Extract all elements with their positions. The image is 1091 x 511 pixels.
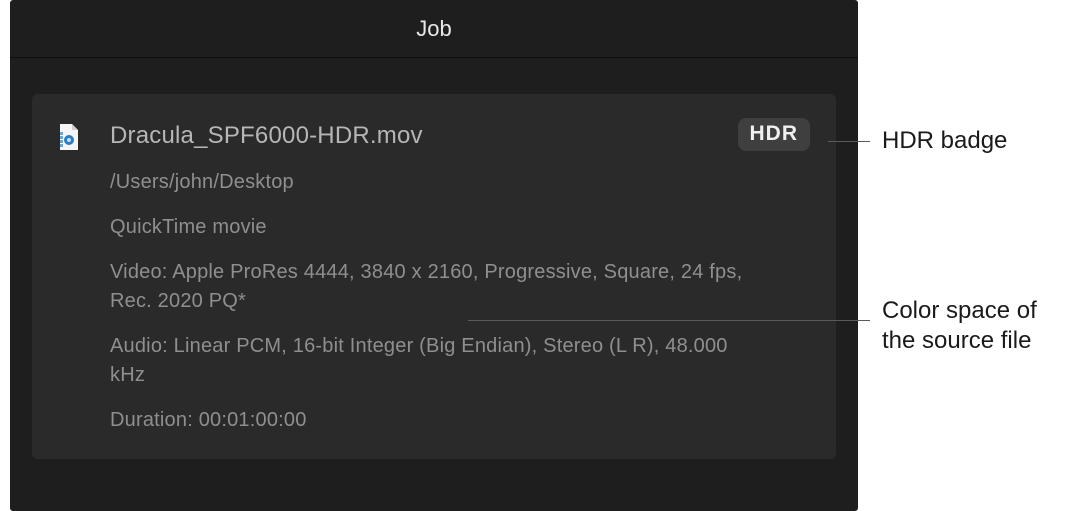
callout-colorspace: Color space of the source file bbox=[882, 296, 1037, 356]
callout-hdr-badge: HDR badge bbox=[882, 126, 1007, 156]
job-row: Dracula_SPF6000-HDR.mov /Users/john/Desk… bbox=[58, 122, 810, 435]
job-container: QuickTime movie bbox=[110, 213, 750, 242]
hdr-badge: HDR bbox=[738, 118, 811, 151]
job-panel: Job HDR Dracula_SPF6000-HDR.mov /Users/ bbox=[10, 0, 858, 511]
job-filename: Dracula_SPF6000-HDR.mov bbox=[110, 122, 810, 150]
job-card: HDR Dracula_SPF6000-HDR.mov /Users/john/… bbox=[32, 94, 836, 459]
job-video-info: Video: Apple ProRes 4444, 3840 x 2160, P… bbox=[110, 258, 750, 316]
panel-header: Job bbox=[10, 0, 858, 58]
callout-text: the source file bbox=[882, 326, 1037, 356]
callout-line bbox=[468, 320, 870, 321]
job-path: /Users/john/Desktop bbox=[110, 168, 750, 197]
job-duration: Duration: 00:01:00:00 bbox=[110, 406, 750, 435]
movie-file-icon bbox=[58, 124, 78, 150]
panel-title: Job bbox=[416, 16, 451, 42]
job-audio-info: Audio: Linear PCM, 16-bit Integer (Big E… bbox=[110, 332, 750, 390]
callout-line bbox=[828, 141, 870, 142]
callout-text: HDR badge bbox=[882, 127, 1007, 154]
job-body: Dracula_SPF6000-HDR.mov /Users/john/Desk… bbox=[110, 122, 810, 435]
callout-text: Color space of bbox=[882, 296, 1037, 326]
